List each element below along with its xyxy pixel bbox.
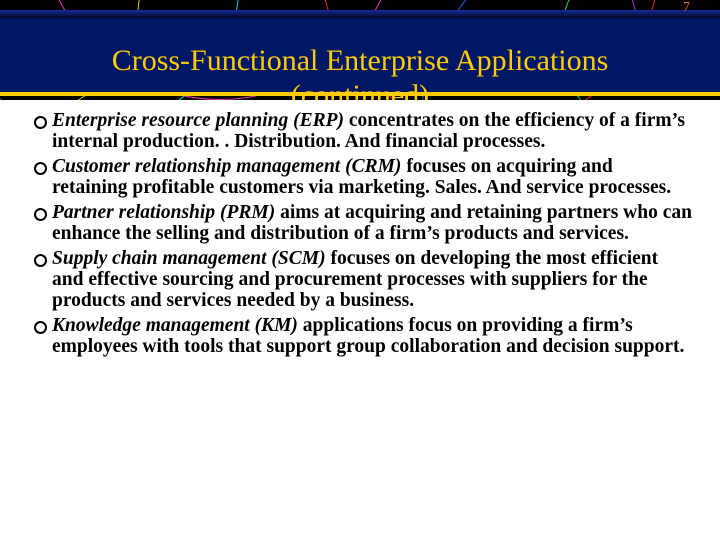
body-area: Enterprise resource planning (ERP) conce…	[0, 100, 720, 540]
bullet-lead: Knowledge management (KM)	[52, 315, 298, 336]
title-line-1: Cross-Functional Enterprise Applications	[0, 44, 720, 79]
slide: 7 Cross-Functional Enterprise Applicatio…	[0, 0, 720, 540]
title-bar: Cross-Functional Enterprise Applications…	[0, 18, 720, 96]
bullet-lead: Customer relationship management (CRM)	[52, 156, 401, 177]
list-item: Partner relationship (PRM) aims at acqui…	[34, 202, 692, 244]
list-item: Supply chain management (SCM) focuses on…	[34, 248, 692, 311]
bullet-list: Enterprise resource planning (ERP) conce…	[34, 110, 692, 358]
list-item: Customer relationship management (CRM) f…	[34, 156, 692, 198]
bullet-lead: Supply chain management (SCM)	[52, 248, 326, 269]
list-item: Enterprise resource planning (ERP) conce…	[34, 110, 692, 152]
bullet-lead: Enterprise resource planning (ERP)	[52, 110, 344, 131]
bullet-lead: Partner relationship (PRM)	[52, 202, 275, 223]
list-item: Knowledge management (KM) applications f…	[34, 315, 692, 357]
page-number: 7	[683, 0, 690, 16]
